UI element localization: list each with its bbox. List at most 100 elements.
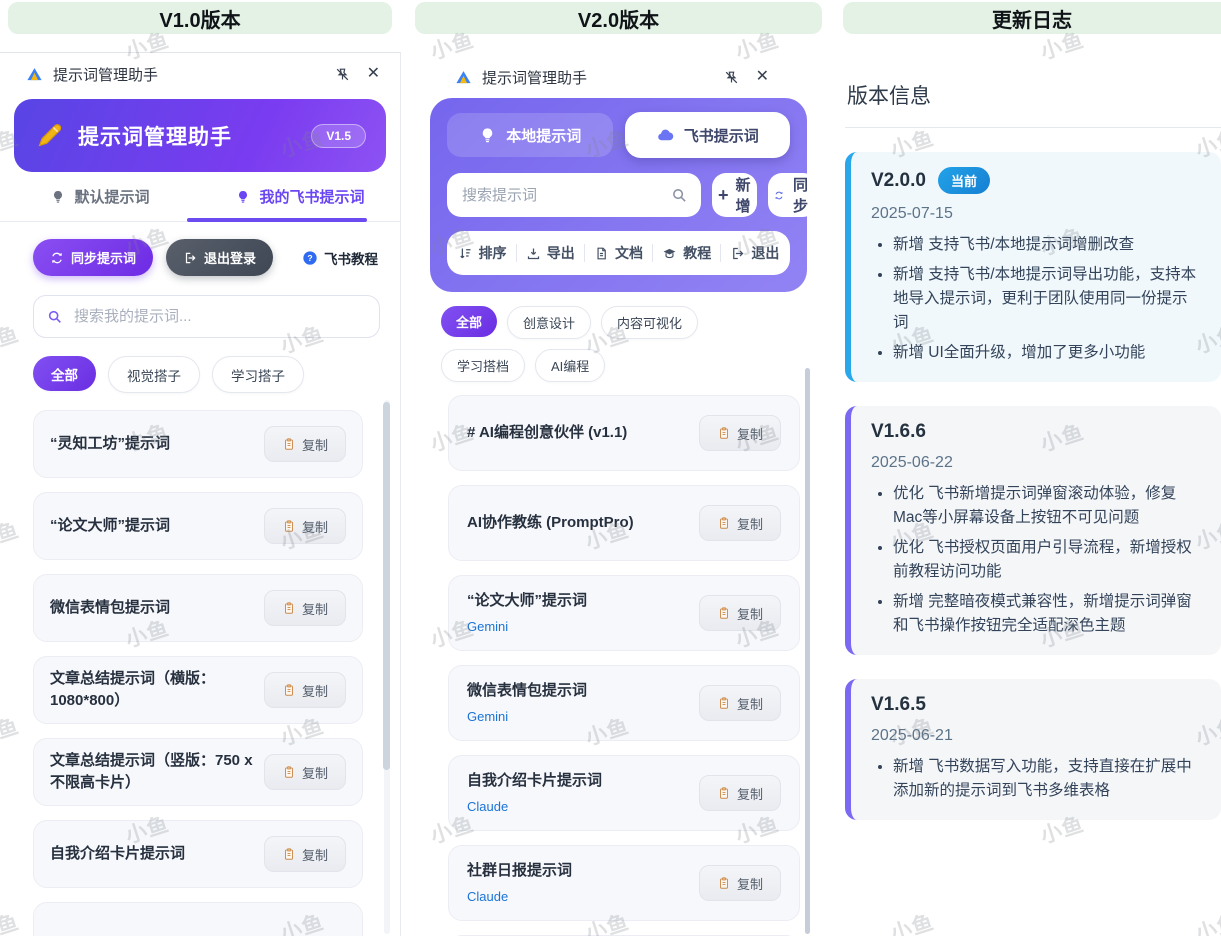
copy-button[interactable]: 复制	[264, 754, 346, 790]
banner-v2: V2.0版本	[415, 2, 822, 34]
copy-button[interactable]: 复制	[699, 865, 781, 901]
copy-label: 复制	[302, 681, 328, 700]
prompt-model-label: Gemini	[467, 617, 689, 637]
toolbar-separator	[584, 244, 585, 262]
copy-label: 复制	[737, 514, 763, 533]
export-icon	[526, 246, 541, 261]
filter-chip-学习搭子[interactable]: 学习搭子	[212, 356, 304, 393]
pin-slash-icon[interactable]	[723, 69, 740, 86]
banner-v1-label: V1.0版本	[159, 4, 240, 33]
close-icon[interactable]: ✕	[756, 69, 769, 85]
toolbar-label: 排序	[479, 243, 507, 263]
filter-chip-全部[interactable]: 全部	[441, 306, 497, 337]
v2-prompt-list: # AI编程创意伙伴 (v1.1)复制AI协作教练 (PromptPro)复制“…	[448, 395, 800, 936]
stage: V1.0版本 V2.0版本 更新日志 提示词管理助手 ✕ 提示词管理助手 V1.…	[0, 0, 1221, 936]
changelog-item: 新增 支持飞书/本地提示词增删改查	[893, 233, 1201, 257]
version-date: 2025-06-21	[871, 727, 1201, 745]
version-number: V1.6.5	[871, 694, 926, 716]
toolbar-separator	[652, 244, 653, 262]
filter-chip-内容可视化[interactable]: 内容可视化	[601, 306, 698, 339]
pin-slash-icon[interactable]	[334, 66, 351, 83]
logout-label: 退出登录	[204, 248, 256, 267]
sync-prompts-button[interactable]: 同步提示词	[33, 239, 153, 276]
prompt-title: “论文大师”提示词	[50, 515, 254, 538]
copy-button[interactable]: 复制	[264, 590, 346, 626]
tab-my-feishu-prompts[interactable]: 我的飞书提示词	[200, 172, 400, 221]
tab-feishu-prompts[interactable]: 飞书提示词	[625, 112, 791, 158]
sync-button[interactable]: 同步	[768, 173, 817, 217]
toolbar-label: 教程	[683, 243, 711, 263]
filter-chip-创意设计[interactable]: 创意设计	[507, 306, 591, 339]
copy-icon	[717, 876, 731, 890]
changelog-title: 版本信息	[847, 80, 1221, 110]
logout-button[interactable]: 退出登录	[166, 239, 273, 276]
window-header: 提示词管理助手 ✕	[415, 56, 815, 96]
search-icon	[47, 309, 63, 325]
question-icon: ?	[302, 250, 318, 266]
copy-button[interactable]: 复制	[699, 685, 781, 721]
filter-chip-视觉搭子[interactable]: 视觉搭子	[108, 356, 200, 393]
svg-text:?: ?	[307, 252, 312, 262]
v1-scrollbar-thumb[interactable]	[383, 402, 390, 770]
toolbar-document[interactable]: 文档	[594, 243, 643, 263]
v1-hero-header: 提示词管理助手 V1.5	[14, 99, 386, 172]
copy-icon	[282, 683, 296, 697]
close-icon[interactable]: ✕	[367, 66, 380, 82]
tab-local-prompts[interactable]: 本地提示词	[447, 113, 613, 157]
copy-button[interactable]: 复制	[264, 426, 346, 462]
current-badge: 当前	[938, 167, 990, 194]
pencil-icon	[34, 121, 64, 151]
copy-button[interactable]: 复制	[264, 836, 346, 872]
copy-button[interactable]: 复制	[699, 505, 781, 541]
v1-hero-title: 提示词管理助手	[78, 121, 297, 151]
sync-icon	[774, 188, 784, 203]
tab-label: 我的飞书提示词	[259, 186, 364, 207]
banner-v1: V1.0版本	[8, 2, 392, 34]
sync-icon	[50, 251, 64, 265]
feishu-tutorial-label: 飞书教程	[324, 248, 378, 268]
add-prompt-button[interactable]: + 新增	[712, 173, 757, 217]
copy-icon	[282, 601, 296, 615]
copy-button[interactable]: 复制	[699, 415, 781, 451]
v1-search-input[interactable]	[72, 307, 366, 326]
prompt-title: 微信表情包提示词	[50, 597, 254, 620]
v2-filter-chips: 全部创意设计内容可视化学习搭档 AI编程	[441, 306, 771, 382]
v2-scrollbar-thumb[interactable]	[805, 368, 810, 934]
sync-prompts-label: 同步提示词	[71, 248, 136, 267]
v1-prompt-list: “灵知工坊”提示词复制“论文大师”提示词复制微信表情包提示词复制文章总结提示词（…	[33, 410, 363, 936]
prompt-title: 自我介绍卡片提示词Claude	[467, 770, 689, 817]
copy-button[interactable]: 复制	[699, 595, 781, 631]
sort-icon	[458, 246, 473, 261]
version-number: V1.6.6	[871, 421, 926, 443]
window-title: 提示词管理助手	[482, 67, 713, 88]
toolbar-tutorial-cap[interactable]: 教程	[662, 243, 711, 263]
copy-icon	[717, 606, 731, 620]
filter-chip-全部[interactable]: 全部	[33, 356, 96, 391]
feishu-tutorial-link[interactable]: ? 飞书教程	[302, 248, 378, 268]
tab-default-prompts[interactable]: 默认提示词	[0, 172, 200, 221]
v2-search-row: + 新增 同步	[447, 173, 790, 217]
copy-button[interactable]: 复制	[264, 672, 346, 708]
version-card-V2.0.0: V2.0.0当前2025-07-15新增 支持飞书/本地提示词增删改查新增 支持…	[845, 152, 1221, 382]
toolbar-sort[interactable]: 排序	[458, 243, 507, 263]
prompt-model-label: Gemini	[467, 707, 689, 727]
prompt-card: 微信表情包提示词复制	[33, 574, 363, 642]
tutorial-cap-icon	[662, 246, 677, 261]
prompt-card	[33, 902, 363, 936]
toolbar-label: 文档	[615, 243, 643, 263]
prompt-card: AI协作教练 (PromptPro)复制	[448, 485, 800, 561]
toolbar-export[interactable]: 导出	[526, 243, 575, 263]
copy-icon	[717, 696, 731, 710]
filter-chip-AI编程[interactable]: AI编程	[535, 349, 605, 382]
toolbar-exit[interactable]: 退出	[730, 243, 779, 263]
v2-tabs: 本地提示词 飞书提示词	[447, 113, 790, 158]
copy-label: 复制	[302, 517, 328, 536]
toolbar-label: 导出	[547, 243, 575, 263]
v2-search-input[interactable]	[460, 186, 663, 205]
v2-toolbar: 排序 导出 文档 教程退出	[447, 231, 790, 275]
copy-button[interactable]: 复制	[699, 775, 781, 811]
copy-icon	[282, 437, 296, 451]
filter-chip-学习搭档[interactable]: 学习搭档	[441, 349, 525, 382]
changelog-item: 新增 飞书数据写入功能，支持直接在扩展中添加新的提示词到飞书多维表格	[893, 755, 1201, 803]
copy-button[interactable]: 复制	[264, 508, 346, 544]
